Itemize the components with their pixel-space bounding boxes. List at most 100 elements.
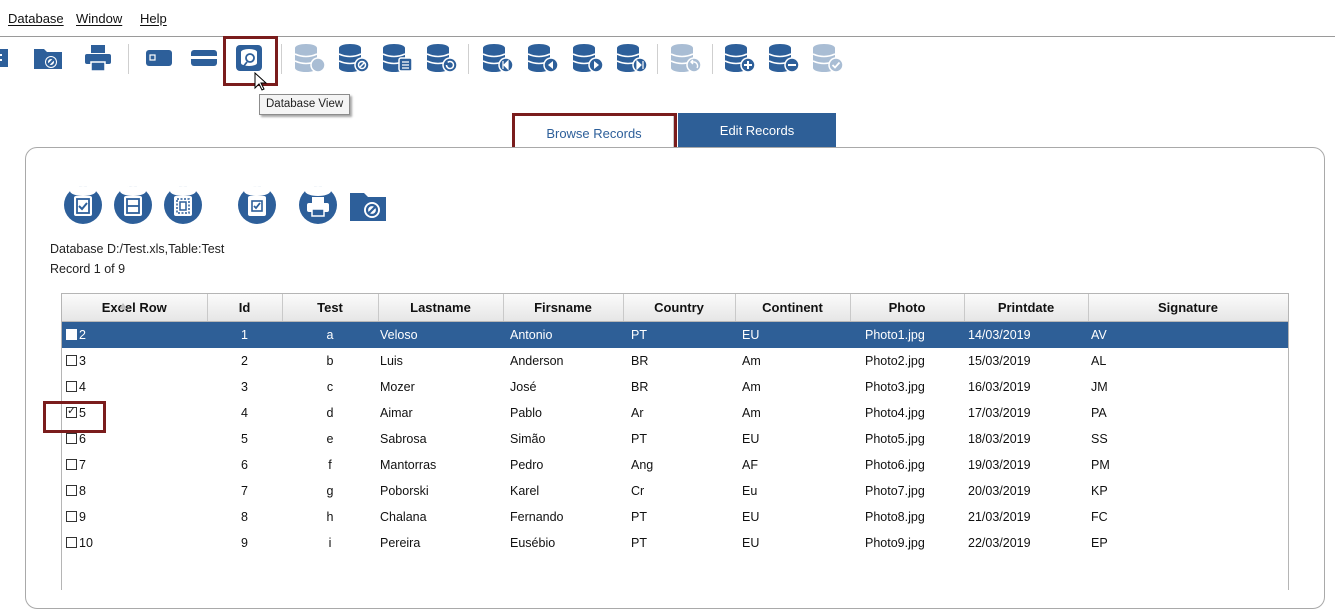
cell-continent: Am [742,406,761,420]
clear-selection-icon[interactable] [111,183,155,227]
cell-printdate: 17/03/2019 [968,406,1031,420]
db-table-icon[interactable] [380,40,416,76]
header-printdate[interactable]: Printdate [964,294,1089,322]
open-folder-icon[interactable] [346,183,390,227]
cell-excel-row: 10 [62,530,207,556]
select-all-icon[interactable] [61,183,105,227]
menu-database[interactable]: Database [8,11,64,26]
cell-photo: Photo9.jpg [865,536,925,550]
table-row[interactable]: 7 6 f Mantorras Pedro Ang AF Photo6.jpg 19/03/20… [62,452,1288,478]
cell-id: 9 [241,536,248,550]
export-icon[interactable] [0,40,14,76]
db-first-icon[interactable] [480,40,516,76]
table-header: Excel Row Id Test Lastname Firsname Coun… [62,294,1288,322]
cell-lastname: Veloso [378,321,503,348]
table-row[interactable]: 10 9 i Pereira Eusébio PT EU Photo9.jpg 22/03/20… [62,530,1288,556]
row-checkbox[interactable] [66,329,77,340]
db-last-icon[interactable] [614,40,650,76]
cell-id: 1 [207,321,282,348]
table-row[interactable]: 2 1 a Veloso Antonio PT EU Photo1.jpg 14/03/2019… [62,321,1288,348]
header-firstname[interactable]: Firsname [503,294,624,322]
excel-row-number: 3 [79,354,86,368]
print-icon[interactable] [80,40,116,76]
header-signature[interactable]: Signature [1088,294,1288,322]
cell-excel-row: 4 [62,374,207,400]
db-import-icon[interactable] [292,40,328,76]
checklist-icon[interactable] [235,183,279,227]
header-photo[interactable]: Photo [850,294,965,322]
cell-signature: SS [1091,432,1108,446]
row-checkbox[interactable] [66,459,77,470]
row-checkbox[interactable] [66,485,77,496]
header-excel-row[interactable]: Excel Row [62,294,208,322]
db-refresh-icon[interactable] [424,40,460,76]
record-info: Record 1 of 9 [50,262,126,276]
table-row[interactable]: 8 7 g Poborski Karel Cr Eu Photo7.jpg 20/03/2019… [62,478,1288,504]
table-row[interactable]: 9 8 h Chalana Fernando PT EU Photo8.jpg 21/03/20… [62,504,1288,530]
cell-test: h [326,510,334,524]
db-undo-icon[interactable] [668,40,704,76]
excel-row-number: 9 [79,510,86,524]
db-remove-icon[interactable] [336,40,372,76]
tab-edit-records[interactable]: Edit Records [678,113,836,147]
cell-test: f [328,458,332,472]
cell-continent: EU [742,432,760,446]
cell-continent: EU [742,510,760,524]
db-delete-icon[interactable] [766,40,802,76]
card-view-icon[interactable] [141,40,177,76]
cell-signature: PM [1091,458,1110,472]
row-checkbox[interactable] [66,537,77,548]
cell-continent: EU [742,536,760,550]
table-row[interactable]: 54dAimarPabloArAmPhoto4.jpg17/03/2019PA [62,400,1288,426]
cell-continent: EU [735,321,850,348]
excel-row-number: 4 [79,380,86,394]
header-lastname[interactable]: Lastname [378,294,504,322]
menu-help[interactable]: Help [140,11,167,26]
cell-lastname: Chalana [380,510,427,524]
cell-country: Cr [631,484,645,498]
menu-window[interactable]: Window [76,11,122,26]
excel-row-number: 7 [79,458,86,472]
header-test[interactable]: Test [282,294,379,322]
cell-excel-row: 7 [62,452,207,478]
mouse-cursor-icon [254,72,268,91]
cell-country: PT [631,536,647,550]
cell-excel-row: 9 [62,504,207,530]
header-country[interactable]: Country [623,294,736,322]
excel-row-number: 2 [79,328,86,342]
cell-signature: AV [1088,321,1288,348]
cell-firstname: Pablo [510,406,542,420]
table-row[interactable]: 4 3 c Mozer José BR Am Photo3.jpg 16/03/2019 JM [62,374,1288,400]
print-selected-icon[interactable] [296,183,340,227]
cell-country: PT [631,432,647,446]
sort-asc-icon [118,303,127,309]
cell-id: 7 [241,484,248,498]
db-add-icon[interactable] [722,40,758,76]
header-id[interactable]: Id [207,294,283,322]
table-row[interactable]: 3 2 b Luis Anderson BR Am Photo2.jpg 15/03/2019 A… [62,348,1288,374]
minimize-icon[interactable] [186,40,222,76]
row-checkbox[interactable] [66,355,77,366]
cell-lastname: Poborski [380,484,429,498]
cell-firstname: Simão [510,432,546,446]
row-checkbox[interactable] [66,433,77,444]
db-confirm-icon[interactable] [810,40,846,76]
open-database-icon[interactable] [30,40,66,76]
cell-signature: PA [1091,406,1107,420]
cell-country: Ar [631,406,644,420]
table-row[interactable]: 6 5 e Sabrosa Simão PT EU Photo5.jpg 18/03/2019 S… [62,426,1288,452]
db-prev-icon[interactable] [525,40,561,76]
cell-printdate: 18/03/2019 [968,432,1031,446]
header-continent[interactable]: Continent [735,294,851,322]
row-checkbox[interactable] [66,511,77,522]
cell-firstname: Eusébio [510,536,556,550]
cell-test: e [326,432,334,446]
cell-country: BR [631,354,649,368]
cell-lastname: Mantorras [380,458,437,472]
db-next-icon[interactable] [570,40,606,76]
row-checkbox[interactable] [66,381,77,392]
cell-signature: KP [1091,484,1108,498]
cell-id: 5 [241,432,248,446]
invert-selection-icon[interactable] [161,183,205,227]
excel-row-number: 10 [79,536,93,550]
